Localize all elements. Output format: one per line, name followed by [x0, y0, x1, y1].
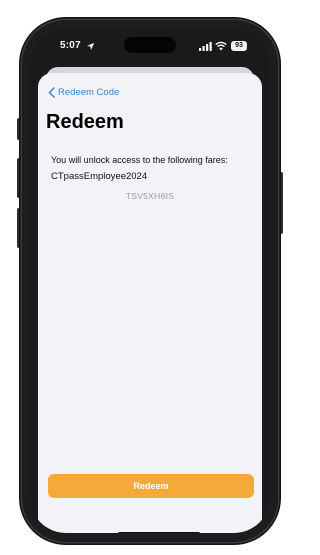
- unlock-description: You will unlock access to the following …: [51, 155, 228, 165]
- redeem-code: TSV5XH6IS: [125, 191, 175, 201]
- redeem-button[interactable]: Redeem: [48, 474, 254, 498]
- signal-icon: [199, 42, 212, 51]
- screenshot-stage: 5:07 93 Redeem Code Redeem You will unlo…: [0, 0, 300, 555]
- action-button: [17, 118, 21, 140]
- phone-screen: 5:07 93 Redeem Code Redeem You will unlo…: [30, 29, 270, 533]
- status-time: 5:07: [60, 40, 81, 51]
- status-bar: 5:07 93: [30, 39, 270, 55]
- volume-down-button: [17, 208, 21, 248]
- page-title: Redeem: [46, 111, 124, 133]
- battery-icon: 93: [231, 41, 247, 51]
- redeem-sheet: Redeem Code Redeem You will unlock acces…: [38, 73, 262, 533]
- power-button: [279, 172, 283, 234]
- back-button[interactable]: Redeem Code: [48, 85, 119, 99]
- location-arrow-icon: [86, 42, 95, 51]
- back-button-label: Redeem Code: [58, 86, 120, 98]
- home-indicator: [118, 532, 200, 533]
- fare-name: CTpassEmployee2024: [51, 171, 148, 182]
- chevron-left-icon: [48, 86, 55, 98]
- wifi-icon: [215, 41, 227, 51]
- volume-up-button: [17, 158, 21, 198]
